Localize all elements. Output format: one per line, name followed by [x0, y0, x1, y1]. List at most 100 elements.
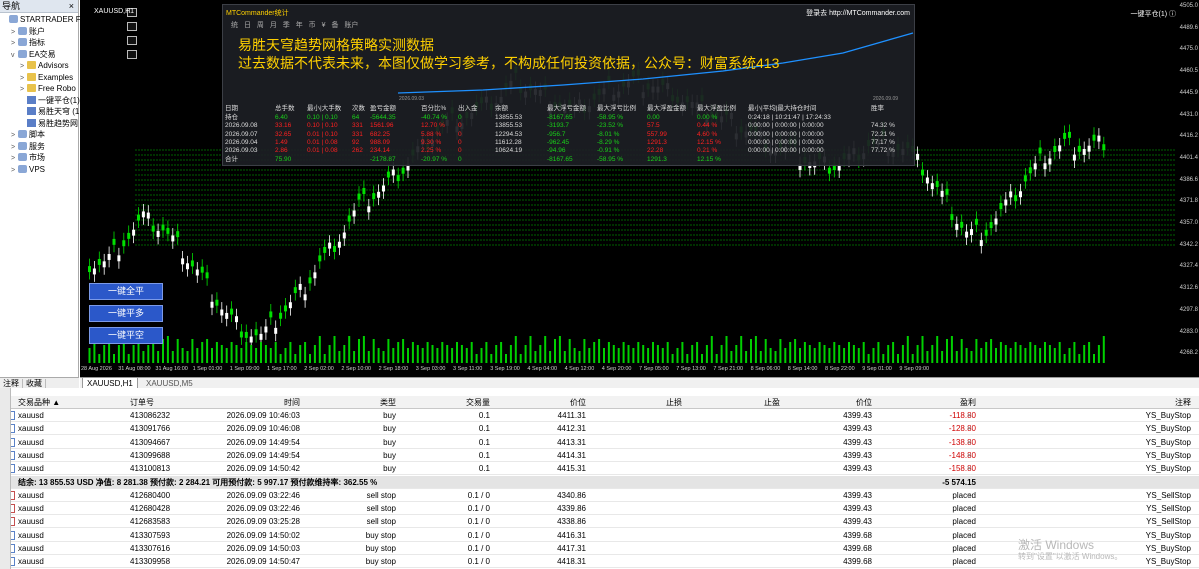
stats-cell: 0 — [458, 122, 462, 130]
toolbar-square-icon[interactable] — [127, 36, 137, 45]
expand-toggle-icon[interactable]: > — [11, 130, 18, 141]
volume-bar — [759, 351, 762, 363]
volume-bar — [387, 339, 390, 363]
column-header[interactable]: 时间 — [200, 396, 300, 409]
table-row[interactable]: xauusd 413094667 2026.09.09 14:49:54 buy 0.1… — [0, 436, 1199, 449]
expand-toggle-icon[interactable]: > — [20, 61, 27, 72]
expand-toggle-icon[interactable]: v — [11, 50, 18, 61]
candle-body — [254, 329, 258, 336]
close-order-icon[interactable]: × — [967, 422, 972, 435]
close-short-button[interactable]: 一键平空 — [89, 327, 163, 344]
toolbar-square-icon[interactable] — [127, 50, 137, 59]
table-row[interactable]: xauusd 413091766 2026.09.09 10:46:08 buy 0.1… — [0, 422, 1199, 436]
column-header[interactable]: 交易量 — [400, 396, 490, 409]
headline-title: 易胜天穹趋势网格策略实测数据 — [238, 37, 434, 53]
price-chart[interactable]: XAUUSD,H1 一键平仓(1) ⓘ MTCommander统计 登录去 ht… — [80, 0, 1199, 377]
navigator-item[interactable]: > Advisors — [20, 60, 69, 71]
column-header[interactable]: 注释 — [980, 396, 1191, 409]
navigator-item[interactable]: > 脚本 — [11, 129, 45, 140]
volume-bar — [843, 348, 846, 363]
navigator-item[interactable]: 易胜趋势网 — [20, 118, 78, 129]
table-cell: buy — [383, 464, 396, 474]
close-order-icon[interactable]: × — [967, 529, 972, 542]
column-header[interactable]: 价位 — [780, 396, 872, 409]
stats-cell: -94.96 — [547, 147, 566, 155]
close-all-button[interactable]: 一键全平 — [89, 283, 163, 300]
column-header[interactable]: 盈利 — [880, 396, 976, 409]
price-tick-label: 4475.0 — [1179, 46, 1198, 53]
expand-toggle-icon[interactable]: > — [11, 38, 18, 49]
close-order-icon[interactable]: × — [967, 489, 972, 502]
volume-bar — [358, 339, 360, 363]
navigator-item[interactable]: > 指标 — [11, 37, 45, 48]
navigator-item[interactable]: > 账户 — [11, 26, 45, 37]
table-row[interactable]: xauusd 412680428 2026.09.09 03:22:46 sell s… — [0, 502, 1199, 516]
column-header[interactable]: 价位 — [490, 396, 586, 409]
volume-bar — [652, 342, 654, 363]
table-row[interactable]: xauusd 412683583 2026.09.09 03:25:28 sell s… — [0, 515, 1199, 529]
table-cell: xauusd — [18, 504, 44, 514]
expand-toggle-icon[interactable]: > — [11, 165, 18, 176]
stats-cell: -40.74 % — [421, 114, 448, 121]
table-cell: xauusd — [18, 544, 44, 553]
expand-toggle-icon[interactable]: > — [20, 84, 27, 95]
navigator-panel: 导航 × STARTRADER Fina > 账户 > 指标 v EA交易 > Advisors… — [0, 0, 91, 377]
volume-bar — [794, 339, 797, 363]
terminal-side-tab[interactable] — [0, 388, 11, 569]
volume-bar — [1044, 342, 1046, 363]
volume-bar — [304, 342, 307, 363]
close-order-icon[interactable]: × — [967, 436, 972, 449]
close-order-icon[interactable]: × — [967, 462, 972, 475]
navigator-item[interactable]: 易胜天穹 (1 — [20, 106, 79, 117]
close-icon[interactable]: × — [69, 0, 74, 13]
navigator-item[interactable]: v EA交易 — [11, 49, 56, 60]
close-order-icon[interactable]: × — [967, 515, 972, 528]
table-cell: YS_BuyStop — [1145, 464, 1191, 474]
candle-body — [303, 294, 307, 301]
navigator-item[interactable]: > Free Robo — [20, 83, 76, 94]
close-order-icon[interactable]: × — [967, 502, 972, 515]
price-axis[interactable]: 4505.0 4489.6 4475.0 4460.5 4445.9 4431.0 4416… — [1176, 0, 1199, 377]
table-row[interactable]: xauusd 413086232 2026.09.09 10:46:03 buy 0.1… — [0, 409, 1199, 422]
navigator-item[interactable]: > 服务 — [11, 141, 45, 152]
expand-toggle-icon[interactable]: > — [11, 142, 18, 153]
navigator-item[interactable]: STARTRADER Fina — [2, 14, 91, 25]
column-header[interactable]: 止损 — [590, 396, 682, 409]
table-cell: 0.1 — [478, 450, 490, 460]
expand-toggle-icon[interactable]: > — [11, 153, 18, 164]
column-header[interactable]: 止盈 — [690, 396, 780, 409]
close-order-icon[interactable]: × — [967, 542, 972, 555]
navigator-item[interactable]: > VPS — [11, 164, 45, 175]
volume-bar — [480, 348, 483, 363]
table-cell: buy stop — [365, 557, 396, 567]
close-order-icon[interactable]: × — [967, 409, 972, 422]
table-row[interactable]: xauusd 413099688 2026.09.09 14:49:54 buy 0.1… — [0, 449, 1199, 462]
volume-bar — [421, 348, 424, 363]
activation-watermark-hint: 转到"设置"以激活 Windows。 — [1018, 552, 1123, 561]
volume-bar — [166, 336, 169, 363]
table-cell: 2026.09.09 14:50:42 — [226, 464, 300, 474]
table-row[interactable]: xauusd 412680400 2026.09.09 03:22:46 sell s… — [0, 489, 1199, 502]
table-row[interactable]: xauusd 413100813 2026.09.09 14:50:42 buy 0.1… — [0, 462, 1199, 476]
stats-header-cell: 总手数 — [275, 105, 295, 112]
expand-toggle-icon[interactable]: > — [11, 27, 18, 38]
account-summary-row[interactable]: 结余: 13 855.53 USD 净值: 8 281.38 预付款: 2 28… — [0, 475, 1199, 489]
volume-bar — [965, 348, 968, 363]
candle-body — [352, 210, 356, 217]
stats-cell: 持仓 — [225, 114, 238, 121]
column-header[interactable]: 交易品种 ▲ — [18, 396, 118, 409]
close-long-button[interactable]: 一键平多 — [89, 305, 163, 322]
close-order-icon[interactable]: × — [967, 555, 972, 568]
navigator-item[interactable]: > 市场 — [11, 152, 45, 163]
navigator-item[interactable]: > Examples — [20, 72, 73, 83]
volume-bar — [946, 339, 948, 363]
table-header-row[interactable]: 交易品种 ▲ 订单号 时间 类型 交易量 价位 止损 止盈 价位 盈利 注释 — [0, 396, 1199, 409]
expand-toggle-icon[interactable]: > — [20, 73, 27, 84]
toolbar-square-icon[interactable] — [127, 22, 137, 31]
stats-cell: 77.17 % — [871, 138, 895, 146]
candle-body — [827, 167, 831, 174]
navigator-item[interactable]: 一键平仓(1) — [20, 95, 80, 106]
close-order-icon[interactable]: × — [967, 449, 972, 462]
volume-bar — [108, 342, 111, 363]
column-header[interactable]: 类型 — [300, 396, 396, 409]
